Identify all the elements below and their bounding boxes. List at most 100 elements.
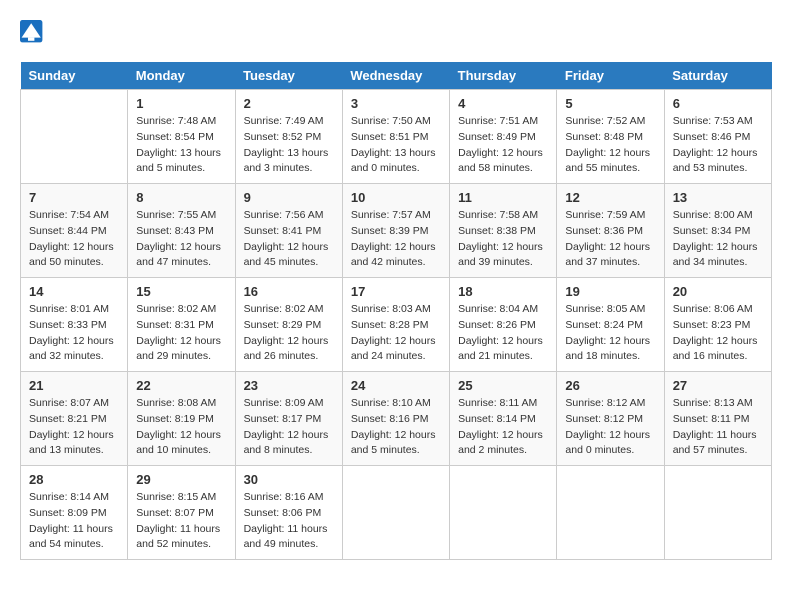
calendar-cell: 8 Sunrise: 7:55 AM Sunset: 8:43 PM Daylig… bbox=[128, 184, 235, 278]
day-info: Sunrise: 8:14 AM Sunset: 8:09 PM Dayligh… bbox=[29, 490, 119, 553]
calendar-cell: 12 Sunrise: 7:59 AM Sunset: 8:36 PM Dayli… bbox=[557, 184, 664, 278]
day-number: 18 bbox=[458, 284, 548, 299]
calendar-table: SundayMondayTuesdayWednesdayThursdayFrid… bbox=[20, 62, 772, 560]
calendar-cell: 3 Sunrise: 7:50 AM Sunset: 8:51 PM Daylig… bbox=[342, 90, 449, 184]
day-info: Sunrise: 8:08 AM Sunset: 8:19 PM Dayligh… bbox=[136, 396, 226, 459]
calendar-cell: 27 Sunrise: 8:13 AM Sunset: 8:11 PM Dayli… bbox=[664, 372, 771, 466]
day-header-wednesday: Wednesday bbox=[342, 62, 449, 90]
day-info: Sunrise: 8:13 AM Sunset: 8:11 PM Dayligh… bbox=[673, 396, 763, 459]
day-header-thursday: Thursday bbox=[450, 62, 557, 90]
day-info: Sunrise: 7:59 AM Sunset: 8:36 PM Dayligh… bbox=[565, 208, 655, 271]
day-number: 12 bbox=[565, 190, 655, 205]
day-number: 7 bbox=[29, 190, 119, 205]
day-number: 22 bbox=[136, 378, 226, 393]
day-number: 3 bbox=[351, 96, 441, 111]
day-header-saturday: Saturday bbox=[664, 62, 771, 90]
day-number: 30 bbox=[244, 472, 334, 487]
day-number: 17 bbox=[351, 284, 441, 299]
day-number: 16 bbox=[244, 284, 334, 299]
day-number: 25 bbox=[458, 378, 548, 393]
day-number: 5 bbox=[565, 96, 655, 111]
calendar-cell: 6 Sunrise: 7:53 AM Sunset: 8:46 PM Daylig… bbox=[664, 90, 771, 184]
calendar-cell: 16Sunrise: 8:02 AM Sunset: 8:29 PM Dayli… bbox=[235, 278, 342, 372]
day-number: 26 bbox=[565, 378, 655, 393]
day-number: 1 bbox=[136, 96, 226, 111]
day-header-monday: Monday bbox=[128, 62, 235, 90]
calendar-cell: 11 Sunrise: 7:58 AM Sunset: 8:38 PM Dayli… bbox=[450, 184, 557, 278]
calendar-cell: 2 Sunrise: 7:49 AM Sunset: 8:52 PM Daylig… bbox=[235, 90, 342, 184]
day-number: 10 bbox=[351, 190, 441, 205]
day-number: 24 bbox=[351, 378, 441, 393]
general-blue-icon bbox=[20, 20, 44, 44]
calendar-cell bbox=[450, 466, 557, 560]
day-info: Sunrise: 7:54 AM Sunset: 8:44 PM Dayligh… bbox=[29, 208, 119, 271]
calendar-cell: 15 Sunrise: 8:02 AM Sunset: 8:31 PM Dayli… bbox=[128, 278, 235, 372]
day-number: 14 bbox=[29, 284, 119, 299]
calendar-cell: 13 Sunrise: 8:00 AM Sunset: 8:34 PM Dayli… bbox=[664, 184, 771, 278]
day-header-friday: Friday bbox=[557, 62, 664, 90]
day-info: Sunrise: 7:58 AM Sunset: 8:38 PM Dayligh… bbox=[458, 208, 548, 271]
day-info: Sunrise: 8:07 AM Sunset: 8:21 PM Dayligh… bbox=[29, 396, 119, 459]
day-info: Sunrise: 7:56 AM Sunset: 8:41 PM Dayligh… bbox=[244, 208, 334, 271]
logo bbox=[20, 20, 48, 44]
calendar-cell bbox=[342, 466, 449, 560]
day-info: Sunrise: 7:53 AM Sunset: 8:46 PM Dayligh… bbox=[673, 114, 763, 177]
calendar-cell: 25 Sunrise: 8:11 AM Sunset: 8:14 PM Dayli… bbox=[450, 372, 557, 466]
calendar-cell: 28 Sunrise: 8:14 AM Sunset: 8:09 PM Dayli… bbox=[21, 466, 128, 560]
day-info: Sunrise: 8:03 AM Sunset: 8:28 PM Dayligh… bbox=[351, 302, 441, 365]
day-info: Sunrise: 7:52 AM Sunset: 8:48 PM Dayligh… bbox=[565, 114, 655, 177]
day-number: 6 bbox=[673, 96, 763, 111]
calendar-cell: 20 Sunrise: 8:06 AM Sunset: 8:23 PM Dayli… bbox=[664, 278, 771, 372]
calendar-cell: 5 Sunrise: 7:52 AM Sunset: 8:48 PM Daylig… bbox=[557, 90, 664, 184]
calendar-cell bbox=[664, 466, 771, 560]
calendar-cell: 19 Sunrise: 8:05 AM Sunset: 8:24 PM Dayli… bbox=[557, 278, 664, 372]
calendar-cell: 9 Sunrise: 7:56 AM Sunset: 8:41 PM Daylig… bbox=[235, 184, 342, 278]
day-info: Sunrise: 8:12 AM Sunset: 8:12 PM Dayligh… bbox=[565, 396, 655, 459]
day-info: Sunrise: 7:51 AM Sunset: 8:49 PM Dayligh… bbox=[458, 114, 548, 177]
day-number: 21 bbox=[29, 378, 119, 393]
calendar-cell: 14 Sunrise: 8:01 AM Sunset: 8:33 PM Dayli… bbox=[21, 278, 128, 372]
day-number: 9 bbox=[244, 190, 334, 205]
day-info: Sunrise: 8:04 AM Sunset: 8:26 PM Dayligh… bbox=[458, 302, 548, 365]
day-number: 29 bbox=[136, 472, 226, 487]
calendar-cell: 10 Sunrise: 7:57 AM Sunset: 8:39 PM Dayli… bbox=[342, 184, 449, 278]
day-number: 27 bbox=[673, 378, 763, 393]
day-info: Sunrise: 8:01 AM Sunset: 8:33 PM Dayligh… bbox=[29, 302, 119, 365]
day-info: Sunrise: 8:16 AM Sunset: 8:06 PM Dayligh… bbox=[244, 490, 334, 553]
calendar-cell bbox=[557, 466, 664, 560]
calendar-cell: 26 Sunrise: 8:12 AM Sunset: 8:12 PM Dayli… bbox=[557, 372, 664, 466]
day-number: 19 bbox=[565, 284, 655, 299]
day-info: Sunrise: 8:00 AM Sunset: 8:34 PM Dayligh… bbox=[673, 208, 763, 271]
day-info: Sunrise: 8:09 AM Sunset: 8:17 PM Dayligh… bbox=[244, 396, 334, 459]
day-number: 15 bbox=[136, 284, 226, 299]
calendar-cell: 18 Sunrise: 8:04 AM Sunset: 8:26 PM Dayli… bbox=[450, 278, 557, 372]
day-number: 8 bbox=[136, 190, 226, 205]
day-number: 4 bbox=[458, 96, 548, 111]
day-number: 13 bbox=[673, 190, 763, 205]
day-number: 2 bbox=[244, 96, 334, 111]
calendar-cell: 1 Sunrise: 7:48 AM Sunset: 8:54 PM Daylig… bbox=[128, 90, 235, 184]
day-info: Sunrise: 8:05 AM Sunset: 8:24 PM Dayligh… bbox=[565, 302, 655, 365]
day-info: Sunrise: 8:15 AM Sunset: 8:07 PM Dayligh… bbox=[136, 490, 226, 553]
day-info: Sunrise: 8:06 AM Sunset: 8:23 PM Dayligh… bbox=[673, 302, 763, 365]
day-info: Sunrise: 7:48 AM Sunset: 8:54 PM Dayligh… bbox=[136, 114, 226, 177]
day-number: 23 bbox=[244, 378, 334, 393]
day-number: 28 bbox=[29, 472, 119, 487]
day-number: 20 bbox=[673, 284, 763, 299]
day-header-tuesday: Tuesday bbox=[235, 62, 342, 90]
day-info: Sunrise: 7:57 AM Sunset: 8:39 PM Dayligh… bbox=[351, 208, 441, 271]
day-info: Sunrise: 7:49 AM Sunset: 8:52 PM Dayligh… bbox=[244, 114, 334, 177]
day-info: Sunrise: 7:55 AM Sunset: 8:43 PM Dayligh… bbox=[136, 208, 226, 271]
calendar-cell: 29 Sunrise: 8:15 AM Sunset: 8:07 PM Dayli… bbox=[128, 466, 235, 560]
day-info: Sunrise: 8:02 AM Sunset: 8:31 PM Dayligh… bbox=[136, 302, 226, 365]
calendar-cell: 7 Sunrise: 7:54 AM Sunset: 8:44 PM Daylig… bbox=[21, 184, 128, 278]
calendar-cell: 4 Sunrise: 7:51 AM Sunset: 8:49 PM Daylig… bbox=[450, 90, 557, 184]
day-info: Sunrise: 8:10 AM Sunset: 8:16 PM Dayligh… bbox=[351, 396, 441, 459]
calendar-cell: 23 Sunrise: 8:09 AM Sunset: 8:17 PM Dayli… bbox=[235, 372, 342, 466]
day-info: Sunrise: 7:50 AM Sunset: 8:51 PM Dayligh… bbox=[351, 114, 441, 177]
calendar-cell: 22 Sunrise: 8:08 AM Sunset: 8:19 PM Dayli… bbox=[128, 372, 235, 466]
calendar-cell: 30 Sunrise: 8:16 AM Sunset: 8:06 PM Dayli… bbox=[235, 466, 342, 560]
day-number: 11 bbox=[458, 190, 548, 205]
calendar-cell bbox=[21, 90, 128, 184]
day-info: Sunrise: 8:11 AM Sunset: 8:14 PM Dayligh… bbox=[458, 396, 548, 459]
